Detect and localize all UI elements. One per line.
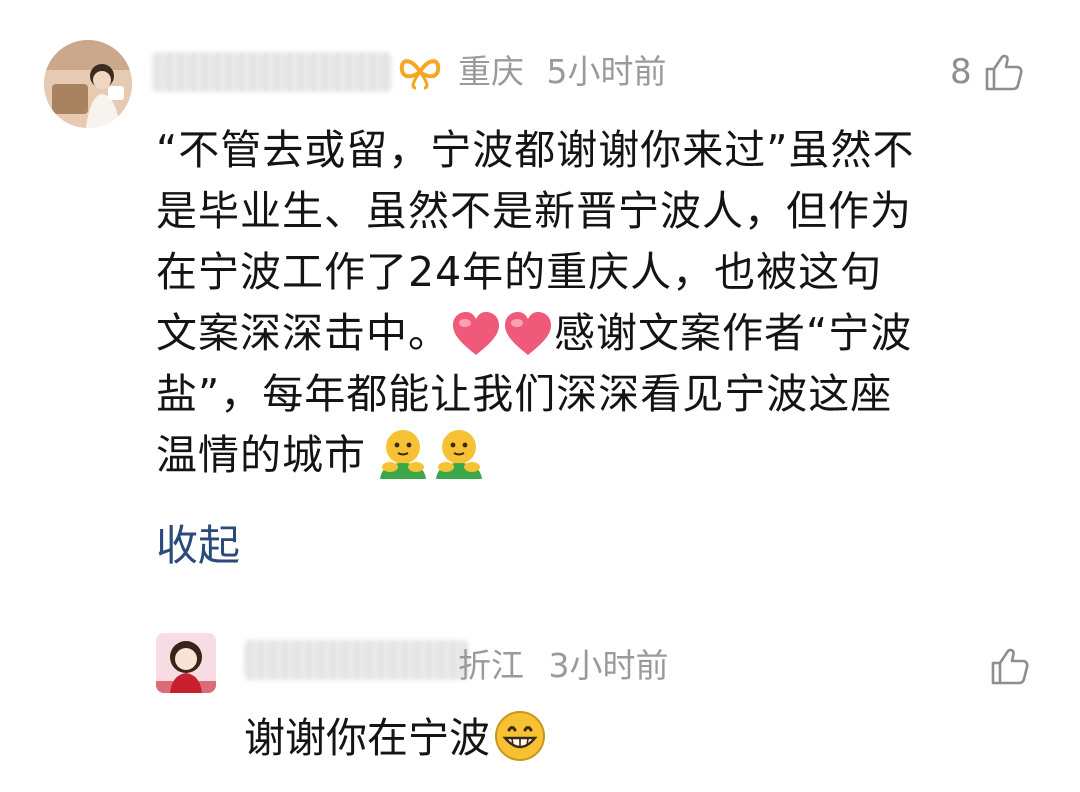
heart-emoji-icon <box>505 312 551 355</box>
thumbs-up-icon <box>985 54 1023 91</box>
thumbs-up-icon <box>991 648 1029 685</box>
reply-meta: 折江 3小时前 <box>458 646 669 686</box>
comment-thread: 重庆 5小时前 8 “不管去或留，宁波都谢谢你来过”虽然不 是毕业生、虽然不是新… <box>0 0 1080 792</box>
comment-line: 温情的城市 <box>156 431 366 479</box>
comment-line: 在宁波工作了24年的重庆人，也被这句 <box>156 248 883 296</box>
comment-meta: 重庆 5小时前 <box>458 52 667 92</box>
heart-emoji-icon <box>453 312 499 355</box>
reply-location: 折江 <box>458 646 524 685</box>
reply-avatar-image <box>156 633 216 693</box>
comment-line: 盐”，每年都能让我们深深看见宁波这座 <box>156 370 893 418</box>
reply-like-button[interactable] <box>990 646 1030 686</box>
hug-emoji-icon <box>380 430 426 479</box>
hug-emoji-icon <box>436 430 482 479</box>
reply-avatar[interactable] <box>156 633 216 693</box>
comment-line: 文案深深击中。 <box>156 309 450 357</box>
avatar-image <box>44 40 132 128</box>
avatar[interactable] <box>44 40 132 128</box>
grin-emoji-icon <box>495 711 545 761</box>
comment-line: 是毕业生、虽然不是新晋宁波人，但作为 <box>156 187 912 235</box>
collapse-link[interactable]: 收起 <box>156 518 240 574</box>
reply-author-name-blurred[interactable] <box>244 640 468 680</box>
reply-text: 谢谢你在宁波 <box>244 708 546 769</box>
reply-text-content: 谢谢你在宁波 <box>244 714 490 762</box>
comment-location: 重庆 <box>458 52 524 91</box>
comment-line: 感谢文案作者“宁波 <box>554 309 913 357</box>
like-button[interactable]: 8 <box>950 52 1024 92</box>
reply-time: 3小时前 <box>548 646 669 685</box>
butterfly-badge-icon <box>399 59 441 90</box>
comment-text: “不管去或留，宁波都谢谢你来过”虽然不 是毕业生、虽然不是新晋宁波人，但作为 在… <box>156 120 1036 486</box>
comment-time: 5小时前 <box>546 52 667 91</box>
author-name-blurred[interactable] <box>152 52 392 92</box>
comment-line: “不管去或留，宁波都谢谢你来过”虽然不 <box>156 126 915 174</box>
like-count: 8 <box>950 52 972 92</box>
